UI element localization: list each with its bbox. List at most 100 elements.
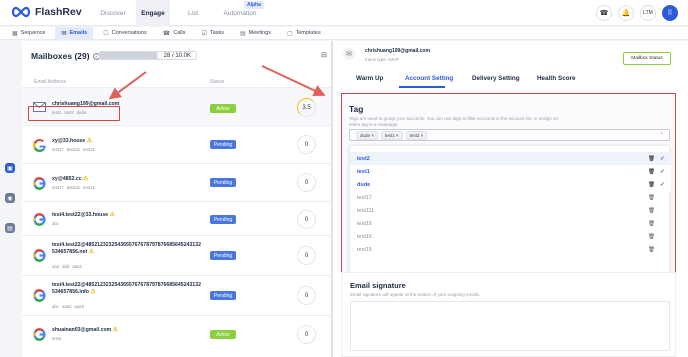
subnav-sequence[interactable]: ▦ Sequence [6,27,51,40]
mailbox-email[interactable]: test4.test22@485212323254365576767879787… [52,282,202,296]
tag-chip[interactable]: test2 × [405,130,428,140]
table-row[interactable]: xy@33.house ⚠ test17 test111 test16 Pend… [22,125,332,163]
nav-tab-engage[interactable]: Engage [136,0,170,26]
detail-email: chrishuang199@gmail.com [365,48,430,54]
phone-icon[interactable]: ☎ [596,5,612,21]
chevron-up-icon[interactable]: ⌃ [660,132,664,138]
avatar[interactable]: LTM [640,5,656,21]
mailbox-tags: aaa ddd aaa2 [52,264,82,269]
logo[interactable]: FlashRev [11,6,82,18]
health-score[interactable]: 0 [297,325,316,344]
tags-highlight-box [28,106,120,121]
mail-icon: ✉ [61,30,67,37]
health-score[interactable]: 0 [297,210,316,229]
call-icon: ☎ [162,30,171,37]
warning-icon: ⚠ [90,289,96,295]
tag-option[interactable]: test2 🗑 ✓ [350,152,671,165]
tag-option[interactable]: test1 🗑 ✓ [350,165,671,178]
status-badge: Active [210,330,236,339]
tab-warm-up[interactable]: Warm Up [356,75,383,82]
warning-icon: ⚠ [86,138,93,144]
subnav-calls[interactable]: ☎ Calls [157,27,192,40]
check-icon: ✓ [660,155,665,162]
mailbox-email[interactable]: test4.test22@33.house ⚠ [52,212,115,219]
health-score[interactable]: 0 [297,286,316,305]
mailbox-email[interactable]: xy@33.house ⚠ [52,138,92,145]
quota-bar: 28 / 10.0K [99,51,197,60]
trash-icon[interactable]: 🗑 [648,182,655,188]
grid-icon[interactable]: ⠿ [662,5,678,21]
trash-icon[interactable]: 🗑 [648,247,655,253]
mailbox-tags: abc [52,221,59,226]
task-icon: ☑ [201,30,207,37]
mailbox-email[interactable]: xy@4852.cc ⚠ [52,176,88,183]
tag-select[interactable]: dude × test1 × test2 × ⌃ [349,129,670,141]
health-score[interactable]: 3.5 [297,98,316,117]
chat-icon: ☐ [103,30,109,37]
tag-option[interactable]: test15 🗑 [350,243,671,256]
logo-icon [11,6,31,18]
health-score[interactable]: 0 [297,135,316,154]
status-badge: Pending [210,178,236,187]
trash-icon[interactable]: 🗑 [648,169,655,175]
col-header-email: Email Address [34,79,66,85]
warning-icon: ⚠ [83,176,89,182]
tag-chip[interactable]: test1 × [380,130,403,140]
tag-option[interactable]: dude 🗑 ✓ [350,178,671,191]
sub-nav: ▦ Sequence ✉ Emails ☐ Conversations ☎ Calls … [0,26,688,40]
google-icon [32,327,46,341]
inbox-type: Inbox type: IMAP [365,57,400,62]
tag-description: Tags are used to group your accounts. Yo… [349,116,559,127]
subnav-meetings[interactable]: ▤ Meetings [234,27,277,40]
settings-rail-icon[interactable]: ▤ [5,223,15,233]
subnav-templates[interactable]: ▢ Templates [281,27,327,40]
tab-health-score[interactable]: Health Score [537,75,576,82]
trash-icon[interactable]: 🗑 [648,195,655,201]
nav-tab-discover[interactable]: Discover [96,0,130,26]
domain-rail-icon[interactable]: ◉ [5,193,15,203]
tag-chip[interactable]: dude × [356,130,378,140]
trash-icon[interactable]: 🗑 [648,156,655,162]
subnav-tasks[interactable]: ☑ Tasks [196,27,230,40]
tab-delivery-setting[interactable]: Delivery Setting [472,75,520,82]
collapse-panel-icon[interactable]: ⊟ [321,51,327,59]
google-icon [32,138,46,152]
mailbox-email[interactable]: shuainan03@gmail.com ⚠ [52,327,118,334]
health-score[interactable]: 0 [297,173,316,192]
subnav-emails[interactable]: ✉ Emails [55,26,94,40]
left-rail: ▣ ◉ ▤ [0,41,20,357]
subnav-conversations[interactable]: ☐ Conversations [97,27,153,40]
health-score[interactable]: 0 [297,246,316,265]
tag-option[interactable]: test111 🗑 [350,204,671,217]
nav-tab-list[interactable]: List [176,0,210,26]
tag-option[interactable]: test17 🗑 [350,191,671,204]
mailbox-list-panel: Mailboxes (29) i 28 / 10.0K ⊟ Email Addr… [22,41,332,357]
table-row[interactable]: test4.test22@485212323254365576767879787… [22,275,332,315]
mailbox-rail-icon[interactable]: ▣ [5,163,15,173]
sequence-icon: ▦ [12,30,18,37]
trash-icon[interactable]: 🗑 [648,208,655,214]
tab-account-setting[interactable]: Account Setting [405,75,453,82]
mailboxes-title: Mailboxes (29) i [31,51,100,61]
trash-icon[interactable]: 🗑 [648,234,655,240]
table-row[interactable]: shuainan03@gmail.com ⚠ test1 Active 0 [22,315,332,357]
google-icon [32,212,46,226]
trash-icon[interactable]: 🗑 [648,221,655,227]
warning-icon: ⚠ [109,212,115,218]
table-row[interactable]: test4.test22@485212323254365576767879787… [22,235,332,275]
signature-title: Email signature [350,281,406,290]
check-icon: ✓ [660,168,665,175]
tag-option[interactable]: test16 🗑 [350,230,671,243]
google-icon [32,176,46,190]
status-badge: Pending [210,140,236,149]
status-badge: Pending [210,291,236,300]
mail-icon: ✉ [343,48,355,60]
table-row[interactable]: xy@4852.cc ⚠ test17 test111 test16 Pendi… [22,163,332,201]
bell-icon[interactable]: 🔔 [618,5,634,21]
tag-option[interactable]: test16 🗑 [350,217,671,230]
table-row[interactable]: test4.test22@33.house ⚠ abc Pending 0 [22,201,332,235]
mailbox-email[interactable]: test4.test22@485212323254365576767879787… [52,242,202,256]
signature-editor[interactable] [350,301,670,351]
mailbox-status-button[interactable]: Mailbox Status [623,52,671,65]
google-icon [32,248,46,262]
